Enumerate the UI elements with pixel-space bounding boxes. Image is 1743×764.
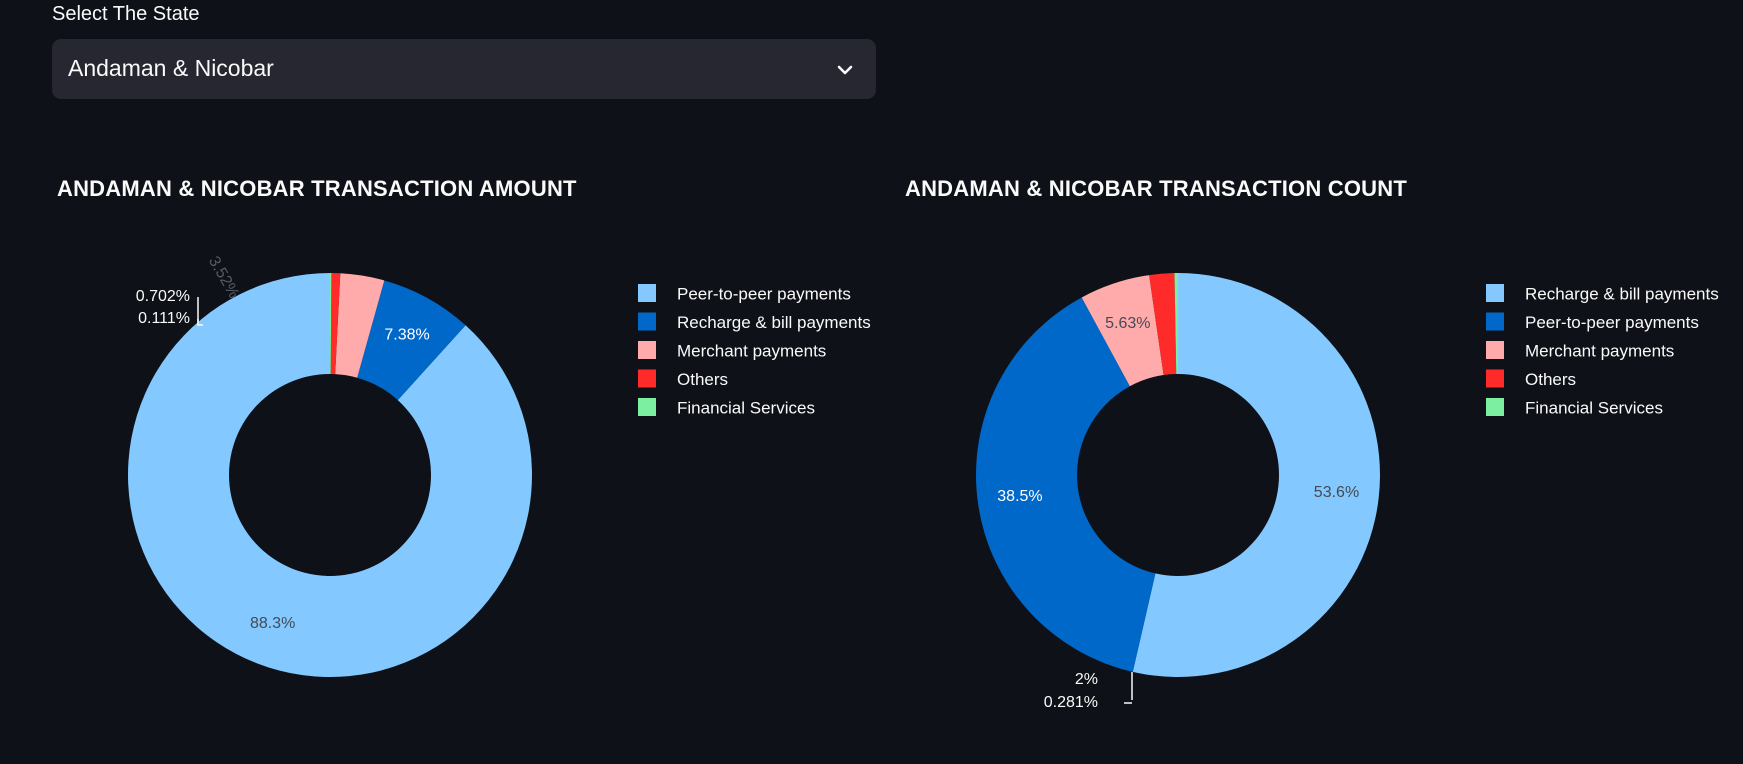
legend-label-1-3[interactable]: Others xyxy=(1525,370,1576,389)
legend-swatch-1-0[interactable] xyxy=(1486,284,1504,302)
legend-label-0-1[interactable]: Recharge & bill payments xyxy=(677,313,871,332)
legend-label-1-2[interactable]: Merchant payments xyxy=(1525,341,1674,360)
legend-swatch-0-2[interactable] xyxy=(638,341,656,359)
legend-label-1-1[interactable]: Peer-to-peer payments xyxy=(1525,313,1699,332)
slice-label-1-1: 38.5% xyxy=(997,488,1042,505)
legend-swatch-0-1[interactable] xyxy=(638,312,656,331)
slice-label-1-0: 53.6% xyxy=(1314,484,1359,501)
legend-swatch-0-4[interactable] xyxy=(638,398,656,416)
legend-swatch-1-1[interactable] xyxy=(1486,312,1504,331)
legend-label-0-3[interactable]: Others xyxy=(677,370,728,389)
legend-swatch-0-0[interactable] xyxy=(638,284,656,302)
slice-label-0-4: 0.111% xyxy=(138,310,190,327)
slice-label-1-2: 5.63% xyxy=(1105,315,1150,332)
legend-label-0-2[interactable]: Merchant payments xyxy=(677,341,826,360)
slice-label-0-3: 0.702% xyxy=(136,288,190,305)
slice-label-1-4: 0.281% xyxy=(1044,694,1098,711)
legend-label-1-0[interactable]: Recharge & bill payments xyxy=(1525,284,1719,303)
legend-label-0-0[interactable]: Peer-to-peer payments xyxy=(677,284,851,303)
legend-label-1-4[interactable]: Financial Services xyxy=(1525,398,1663,417)
legend-swatch-1-4[interactable] xyxy=(1486,398,1504,416)
donut-0: 88.3% 7.38% 3.52% 0.702% 0.111% Peer-to-peer … xyxy=(127,254,871,677)
legend-swatch-1-3[interactable] xyxy=(1486,369,1504,388)
legend-label-0-4[interactable]: Financial Services xyxy=(677,398,815,417)
legend-swatch-0-3[interactable] xyxy=(638,369,656,388)
slice-label-0-1: 7.38% xyxy=(384,327,429,344)
donut-1: 53.6% 38.5% 5.63% 2% 0.281% Recharge & bill p… xyxy=(975,273,1719,711)
slice-label-0-0: 88.3% xyxy=(250,615,295,632)
slice-label-0-2: 3.52% xyxy=(205,254,242,302)
legend-swatch-1-2[interactable] xyxy=(1486,341,1504,359)
donut-charts: 88.3% 7.38% 3.52% 0.702% 0.111% Peer-to-peer … xyxy=(127,254,1719,711)
slice-label-1-3: 2% xyxy=(1075,671,1098,688)
